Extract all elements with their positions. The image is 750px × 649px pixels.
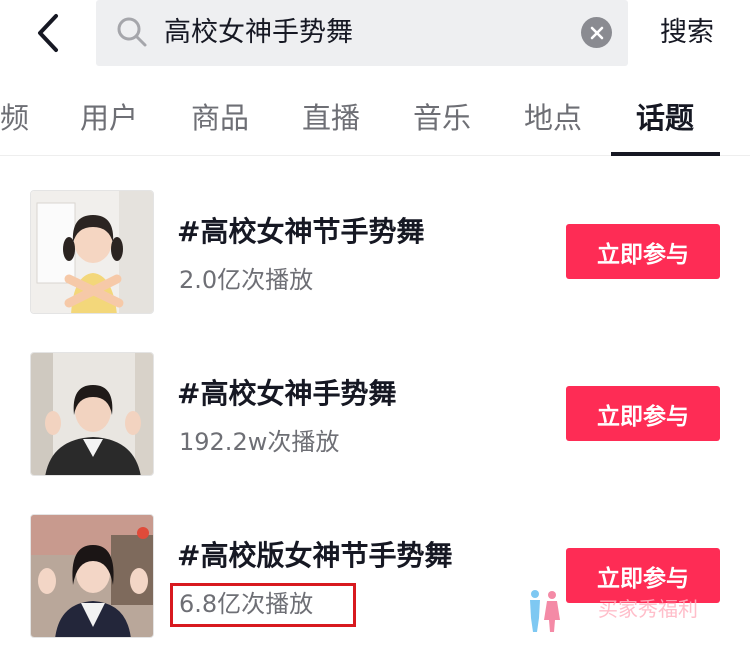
- topic-title: #高校女神手势舞: [177, 377, 397, 410]
- watermark: 买家秀福利: [524, 586, 714, 636]
- search-query-text: 高校女神手势舞: [164, 17, 353, 48]
- watermark-text: 买家秀福利: [598, 597, 698, 621]
- topic-item[interactable]: #高校女神节手势舞 2.0亿次播放 立即参与: [0, 190, 750, 314]
- join-topic-button[interactable]: 立即参与: [566, 224, 720, 279]
- topic-title: #高校女神节手势舞: [177, 215, 425, 248]
- annotation-highlight-box: [170, 583, 356, 627]
- clear-search-button[interactable]: [581, 17, 612, 48]
- topic-title: #高校版女神节手势舞: [177, 539, 453, 572]
- search-icon: [117, 17, 147, 47]
- result-tabs: 频 用户 商品 直播 音乐 地点 话题: [0, 88, 750, 156]
- back-button[interactable]: [26, 10, 70, 56]
- tab-live[interactable]: 直播: [302, 88, 360, 148]
- couple-logo-icon: [530, 590, 560, 632]
- join-topic-button[interactable]: 立即参与: [566, 386, 720, 441]
- tab-users[interactable]: 用户: [80, 88, 138, 148]
- topic-play-count: 192.2w次播放: [179, 428, 340, 456]
- tab-products[interactable]: 商品: [191, 88, 249, 148]
- clear-icon: [590, 26, 603, 39]
- topic-thumbnail: [30, 514, 154, 638]
- tab-places[interactable]: 地点: [524, 88, 582, 148]
- topic-item[interactable]: #高校女神手势舞 192.2w次播放 立即参与: [0, 352, 750, 476]
- tab-music[interactable]: 音乐: [413, 88, 471, 148]
- active-tab-indicator: [611, 152, 720, 156]
- tab-video[interactable]: 频: [0, 88, 29, 148]
- topic-thumbnail: [30, 190, 154, 314]
- topic-thumbnail: [30, 352, 154, 476]
- chevron-left-icon: [38, 14, 58, 52]
- search-input[interactable]: 高校女神手势舞: [96, 0, 628, 66]
- search-header: 高校女神手势舞 搜索: [0, 0, 750, 70]
- tab-topics[interactable]: 话题: [636, 88, 694, 148]
- search-button[interactable]: 搜索: [660, 0, 714, 66]
- topic-play-count: 2.0亿次播放: [179, 266, 314, 294]
